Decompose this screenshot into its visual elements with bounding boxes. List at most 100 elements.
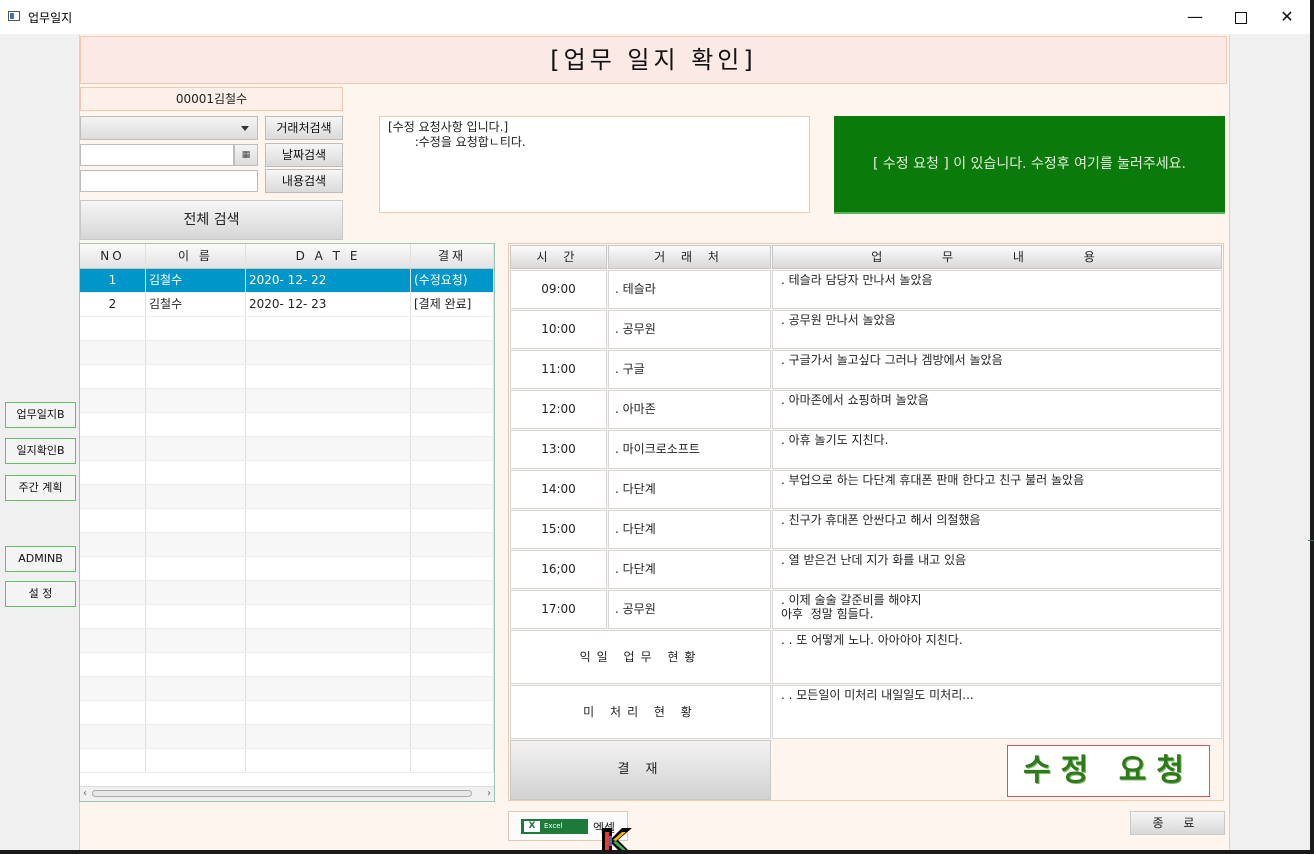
table-cell: [146, 557, 246, 580]
table-row[interactable]: [80, 413, 494, 437]
minimize-button[interactable]: —: [1172, 0, 1218, 34]
revision-notice-button[interactable]: [ 수정 요청 ] 이 있습니다. 수정후 여기를 눌러주세요.: [834, 116, 1225, 214]
table-cell: [411, 341, 494, 364]
table-cell: [146, 653, 246, 676]
col-header-date[interactable]: D A T E: [246, 244, 411, 268]
table-cell: [411, 581, 494, 604]
client-search-button[interactable]: 거래처검색: [265, 116, 343, 140]
table-cell: [80, 533, 146, 556]
sidebar-item-log-check[interactable]: 일지확인B: [5, 438, 76, 464]
col-header-no[interactable]: NO: [80, 244, 146, 268]
table-cell: [80, 485, 146, 508]
col-header-approval[interactable]: 결재: [411, 244, 494, 268]
log-content-field[interactable]: . 아마존에서 쇼핑하며 놀았음: [772, 390, 1222, 429]
app-icon: [8, 11, 20, 21]
table-cell: [246, 677, 411, 700]
table-cell: [146, 341, 246, 364]
table-row[interactable]: 1 김철수 2020- 12- 22 (수정요청): [80, 269, 494, 293]
next-day-field[interactable]: . . 또 어떻게 노나. 아아아아 지친다.: [772, 630, 1222, 684]
table-cell: [246, 533, 411, 556]
horizontal-scrollbar[interactable]: ‹ ›: [80, 786, 494, 801]
table-row[interactable]: [80, 365, 494, 389]
next-day-label: 익일 업무 현황: [510, 630, 771, 684]
table-cell: [411, 557, 494, 580]
table-row[interactable]: [80, 485, 494, 509]
table-header: NO 이 름 D A T E 결재: [80, 244, 494, 269]
table-cell: [146, 581, 246, 604]
approve-button[interactable]: 결 재: [510, 740, 771, 800]
col-header-name[interactable]: 이 름: [146, 244, 246, 268]
page-title: [업무 일지 확인]: [80, 36, 1227, 84]
table-cell: [411, 413, 494, 436]
date-field[interactable]: [80, 144, 234, 166]
table-row[interactable]: [80, 749, 494, 773]
table-row[interactable]: [80, 461, 494, 485]
table-row[interactable]: [80, 557, 494, 581]
excel-logo-text: Excel: [544, 822, 563, 830]
table-cell: [411, 653, 494, 676]
content-search-input[interactable]: [80, 170, 258, 192]
table-row[interactable]: [80, 605, 494, 629]
table-row[interactable]: [80, 341, 494, 365]
pending-label: 미 처리 현 황: [510, 685, 771, 739]
client-combo[interactable]: [80, 116, 258, 140]
window-title: 업무일지: [28, 11, 73, 25]
log-content-field[interactable]: . 열 받은건 난데 지가 화를 내고 있음: [772, 550, 1222, 589]
table-cell: [80, 701, 146, 724]
table-cell: [80, 437, 146, 460]
exit-button[interactable]: 종 료: [1130, 811, 1225, 835]
calendar-icon[interactable]: ▦: [234, 144, 258, 166]
log-content-field[interactable]: . 테슬라 담당자 만나서 놀았음: [772, 270, 1222, 309]
table-cell: [411, 461, 494, 484]
table-row[interactable]: [80, 653, 494, 677]
table-cell: [80, 413, 146, 436]
table-cell: [411, 317, 494, 340]
table-row[interactable]: [80, 725, 494, 749]
table-cell: [246, 437, 411, 460]
revision-memo[interactable]: [수정 요청사항 입니다.] :수정을 요청합ㄴ티다.: [379, 116, 810, 213]
log-content-field[interactable]: . 이제 술술 갈준비를 해야지 아후 정말 힘들다.: [772, 590, 1222, 629]
sidebar-item-work-log[interactable]: 업무일지B: [5, 402, 76, 428]
content-search-button[interactable]: 내용검색: [265, 169, 343, 193]
excel-icon: X Excel: [521, 819, 588, 834]
table-row[interactable]: [80, 533, 494, 557]
table-row[interactable]: 2 김철수 2020- 12- 23 [결제 완료]: [80, 293, 494, 317]
log-client-cell: . 공무원: [608, 590, 771, 629]
table-row[interactable]: [80, 509, 494, 533]
maximize-button[interactable]: [1218, 0, 1264, 34]
table-cell: [80, 317, 146, 340]
close-window-button[interactable]: ✕: [1264, 0, 1310, 34]
log-content-field[interactable]: . 친구가 휴대폰 안싼다고 해서 의절했음: [772, 510, 1222, 549]
table-body: 1 김철수 2020- 12- 22 (수정요청) 2 김철수 2020- 12…: [80, 269, 494, 788]
table-row[interactable]: [80, 437, 494, 461]
table-row[interactable]: [80, 677, 494, 701]
sidebar-item-weekly-plan[interactable]: 주간 계획: [5, 475, 76, 501]
date-search-button[interactable]: 날짜검색: [265, 143, 343, 167]
scrollbar-thumb[interactable]: [92, 790, 472, 797]
log-content-field[interactable]: . 공무원 만나서 놀았음: [772, 310, 1222, 349]
table-cell: [246, 725, 411, 748]
chevron-left-icon[interactable]: ‹: [83, 788, 87, 799]
cell-status: (수정요청): [411, 269, 494, 292]
sidebar-item-settings[interactable]: 설 정: [5, 581, 76, 607]
log-content-field[interactable]: . 아휴 놀기도 지친다.: [772, 430, 1222, 469]
revision-request-button[interactable]: 수정 요청: [1007, 745, 1210, 797]
full-search-button[interactable]: 전체 검색: [80, 200, 343, 240]
table-cell: [146, 317, 246, 340]
log-content-field[interactable]: . 부업으로 하는 다단계 휴대폰 판매 한다고 친구 불러 놀았음: [772, 470, 1222, 509]
chevron-right-icon[interactable]: ›: [487, 788, 491, 799]
table-cell: [246, 629, 411, 652]
cell-date: 2020- 12- 22: [246, 269, 411, 292]
user-label: 00001김철수: [80, 87, 343, 111]
table-row[interactable]: [80, 629, 494, 653]
table-row[interactable]: [80, 317, 494, 341]
log-content-field[interactable]: . 구글가서 놀고싶다 그러나 겜방에서 놀았음: [772, 350, 1222, 389]
sidebar-item-admin[interactable]: ADMINB: [5, 546, 76, 572]
table-cell: [246, 389, 411, 412]
pending-field[interactable]: . . 모든일이 미처리 내일일도 미처리...: [772, 685, 1222, 739]
table-row[interactable]: [80, 701, 494, 725]
table-cell: [80, 389, 146, 412]
table-cell: [411, 701, 494, 724]
table-row[interactable]: [80, 389, 494, 413]
table-row[interactable]: [80, 581, 494, 605]
